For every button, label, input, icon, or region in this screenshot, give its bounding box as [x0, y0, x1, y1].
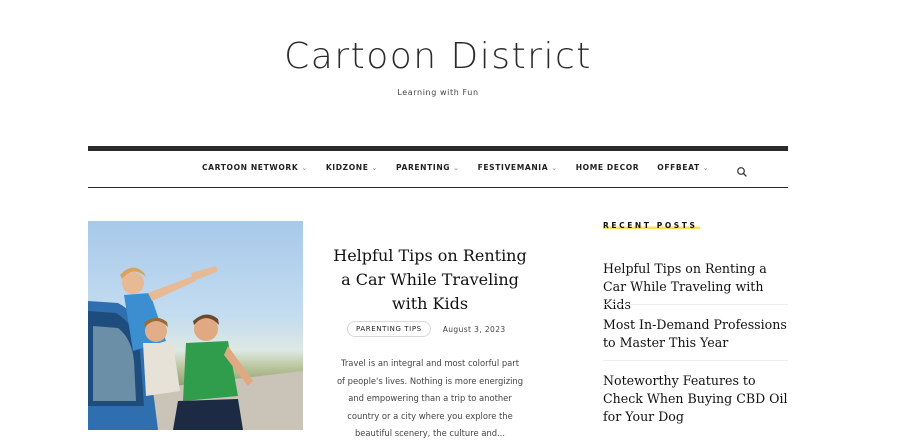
chevron-down-icon: ⌄	[371, 163, 378, 172]
nav-bottom-rule	[88, 187, 788, 188]
post-date: August 3, 2023	[442, 324, 506, 334]
chevron-down-icon: ⌄	[453, 163, 460, 172]
search-button[interactable]	[736, 163, 748, 177]
nav-item-festivemania[interactable]: FESTIVEMANIA ⌄	[478, 163, 558, 172]
recent-post-divider	[603, 360, 788, 361]
nav-item-label: CARTOON NETWORK	[202, 163, 299, 172]
nav-item-label: OFFBEAT	[657, 163, 700, 172]
main-nav: CARTOON NETWORK ⌄ KIDZONE ⌄ PARENTING ⌄ …	[202, 163, 727, 172]
nav-item-cartoon-network[interactable]: CARTOON NETWORK ⌄	[202, 163, 308, 172]
nav-item-label: KIDZONE	[325, 163, 369, 172]
featured-post-image[interactable]	[88, 221, 303, 430]
recent-posts-heading: RECENT POSTS	[603, 221, 700, 230]
featured-post-title[interactable]: Helpful Tips on Renting a Car While Trav…	[330, 244, 530, 316]
search-icon	[737, 167, 747, 177]
chevron-down-icon: ⌄	[551, 163, 558, 172]
recent-post-divider	[603, 304, 788, 305]
nav-item-home-decor[interactable]: HOME DECOR	[576, 163, 640, 172]
nav-item-offbeat[interactable]: OFFBEAT ⌄	[657, 163, 709, 172]
recent-post-link-3[interactable]: Noteworthy Features to Check When Buying…	[603, 372, 793, 426]
chevron-down-icon: ⌄	[301, 163, 308, 172]
nav-item-parenting[interactable]: PARENTING ⌄	[396, 163, 460, 172]
nav-top-rule	[88, 146, 788, 151]
category-badge[interactable]: PARENTING TIPS	[347, 321, 431, 337]
nav-item-label: HOME DECOR	[575, 163, 640, 172]
nav-item-kidzone[interactable]: KIDZONE ⌄	[326, 163, 378, 172]
recent-post-link-1[interactable]: Helpful Tips on Renting a Car While Trav…	[603, 260, 793, 314]
recent-post-link-2[interactable]: Most In-Demand Professions to Master Thi…	[603, 316, 793, 352]
post-meta: PARENTING TIPS August 3, 2023	[347, 321, 506, 337]
nav-item-label: PARENTING	[396, 163, 451, 172]
site-title[interactable]: Cartoon District	[0, 36, 876, 77]
kids-in-car-photo	[88, 266, 303, 430]
site-tagline: Learning with Fun	[397, 88, 479, 97]
chevron-down-icon: ⌄	[702, 163, 710, 172]
nav-item-label: FESTIVEMANIA	[477, 163, 549, 172]
